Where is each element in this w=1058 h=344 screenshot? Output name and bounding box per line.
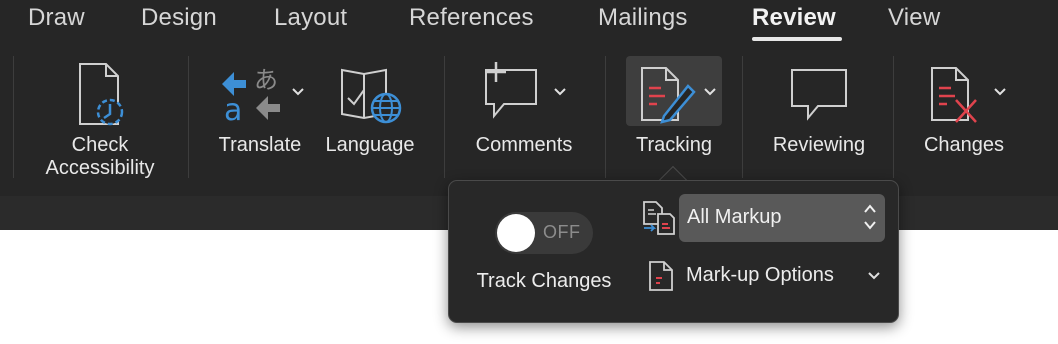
accessibility-label: Accessibility xyxy=(45,157,155,179)
chevron-down-icon[interactable] xyxy=(994,88,1006,96)
reject-change-icon xyxy=(931,67,977,123)
tab-review[interactable]: Review xyxy=(752,4,836,32)
comment-add-icon xyxy=(485,62,537,119)
comments-label: Comments xyxy=(475,134,573,156)
markup-options-label: Mark-up Options xyxy=(686,264,834,286)
display-for-review-icon xyxy=(643,201,675,235)
translate-icon: あ a xyxy=(222,66,280,124)
tracking-button[interactable]: Tracking xyxy=(622,56,726,182)
ribbon-divider xyxy=(13,56,14,178)
toggle-knob xyxy=(497,214,535,252)
translate-label: Translate xyxy=(218,134,302,156)
language-button[interactable]: Language xyxy=(318,56,422,182)
chevron-down-icon[interactable] xyxy=(554,88,566,96)
ribbon-tabs: Draw Design Layout References Mailings R… xyxy=(0,0,1058,41)
active-tab-indicator xyxy=(752,37,842,41)
check-accessibility-button[interactable]: Check Accessibility xyxy=(28,56,172,182)
markup-display-select[interactable]: All Markup xyxy=(679,194,885,242)
chevron-down-icon[interactable] xyxy=(704,88,716,96)
updown-chevron-icon xyxy=(864,204,876,230)
svg-text:a: a xyxy=(224,93,242,124)
translate-button[interactable]: あ a Translate xyxy=(208,56,312,182)
changes-button[interactable]: Changes xyxy=(912,56,1016,182)
chevron-down-icon[interactable] xyxy=(292,88,304,96)
tab-design[interactable]: Design xyxy=(141,4,217,32)
tab-references[interactable]: References xyxy=(409,4,534,32)
ribbon-divider xyxy=(605,56,606,178)
markup-options-icon xyxy=(649,261,673,291)
chevron-down-icon xyxy=(868,272,880,280)
comments-button[interactable]: Comments xyxy=(464,56,584,182)
language-label: Language xyxy=(325,134,415,156)
toggle-state-text: OFF xyxy=(543,222,581,242)
ribbon-divider xyxy=(188,56,189,178)
markup-select-value: All Markup xyxy=(687,206,782,228)
ribbon-divider xyxy=(742,56,743,178)
reviewing-button[interactable]: Reviewing xyxy=(760,56,878,182)
reviewing-label: Reviewing xyxy=(772,134,866,156)
track-changes-label: Track Changes xyxy=(476,270,612,292)
speech-bubble-icon xyxy=(791,69,847,121)
track-changes-toggle[interactable]: OFF xyxy=(495,212,593,254)
tab-draw[interactable]: Draw xyxy=(28,4,85,32)
changes-label: Changes xyxy=(923,134,1005,156)
accessibility-check-icon xyxy=(79,63,124,126)
check-label: Check xyxy=(71,134,129,156)
language-icon xyxy=(341,68,402,124)
tracking-pencil-icon xyxy=(641,67,696,124)
tab-layout[interactable]: Layout xyxy=(274,4,347,32)
tab-mailings[interactable]: Mailings xyxy=(598,4,688,32)
ribbon-divider xyxy=(893,56,894,178)
svg-text:あ: あ xyxy=(254,66,278,94)
markup-options-menu[interactable]: Mark-up Options xyxy=(640,256,890,296)
tab-view[interactable]: View xyxy=(888,4,940,32)
ribbon-divider xyxy=(444,56,445,178)
tracking-label: Tracking xyxy=(636,134,712,156)
